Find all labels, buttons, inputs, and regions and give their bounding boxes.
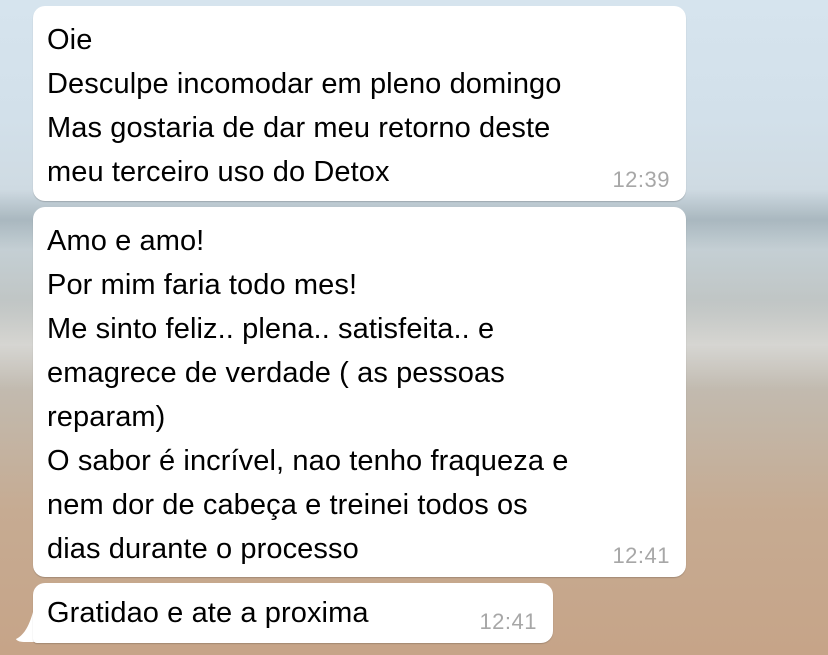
message-timestamp: 12:41 (612, 543, 670, 568)
message-text: Amo e amo! Por mim faria todo mes! Me si… (47, 225, 569, 565)
message-text: Oie Desculpe incomodar em pleno domingo … (47, 24, 562, 188)
incoming-message-bubble[interactable]: Amo e amo! Por mim faria todo mes! Me si… (33, 207, 686, 577)
message-text: Gratidao e ate a proxima (47, 597, 369, 629)
message-timestamp: 12:41 (479, 609, 537, 634)
incoming-message-bubble[interactable]: Gratidao e ate a proxima 12:41 (33, 583, 553, 643)
incoming-message-bubble[interactable]: Oie Desculpe incomodar em pleno domingo … (33, 6, 686, 201)
message-timestamp: 12:39 (612, 167, 670, 192)
